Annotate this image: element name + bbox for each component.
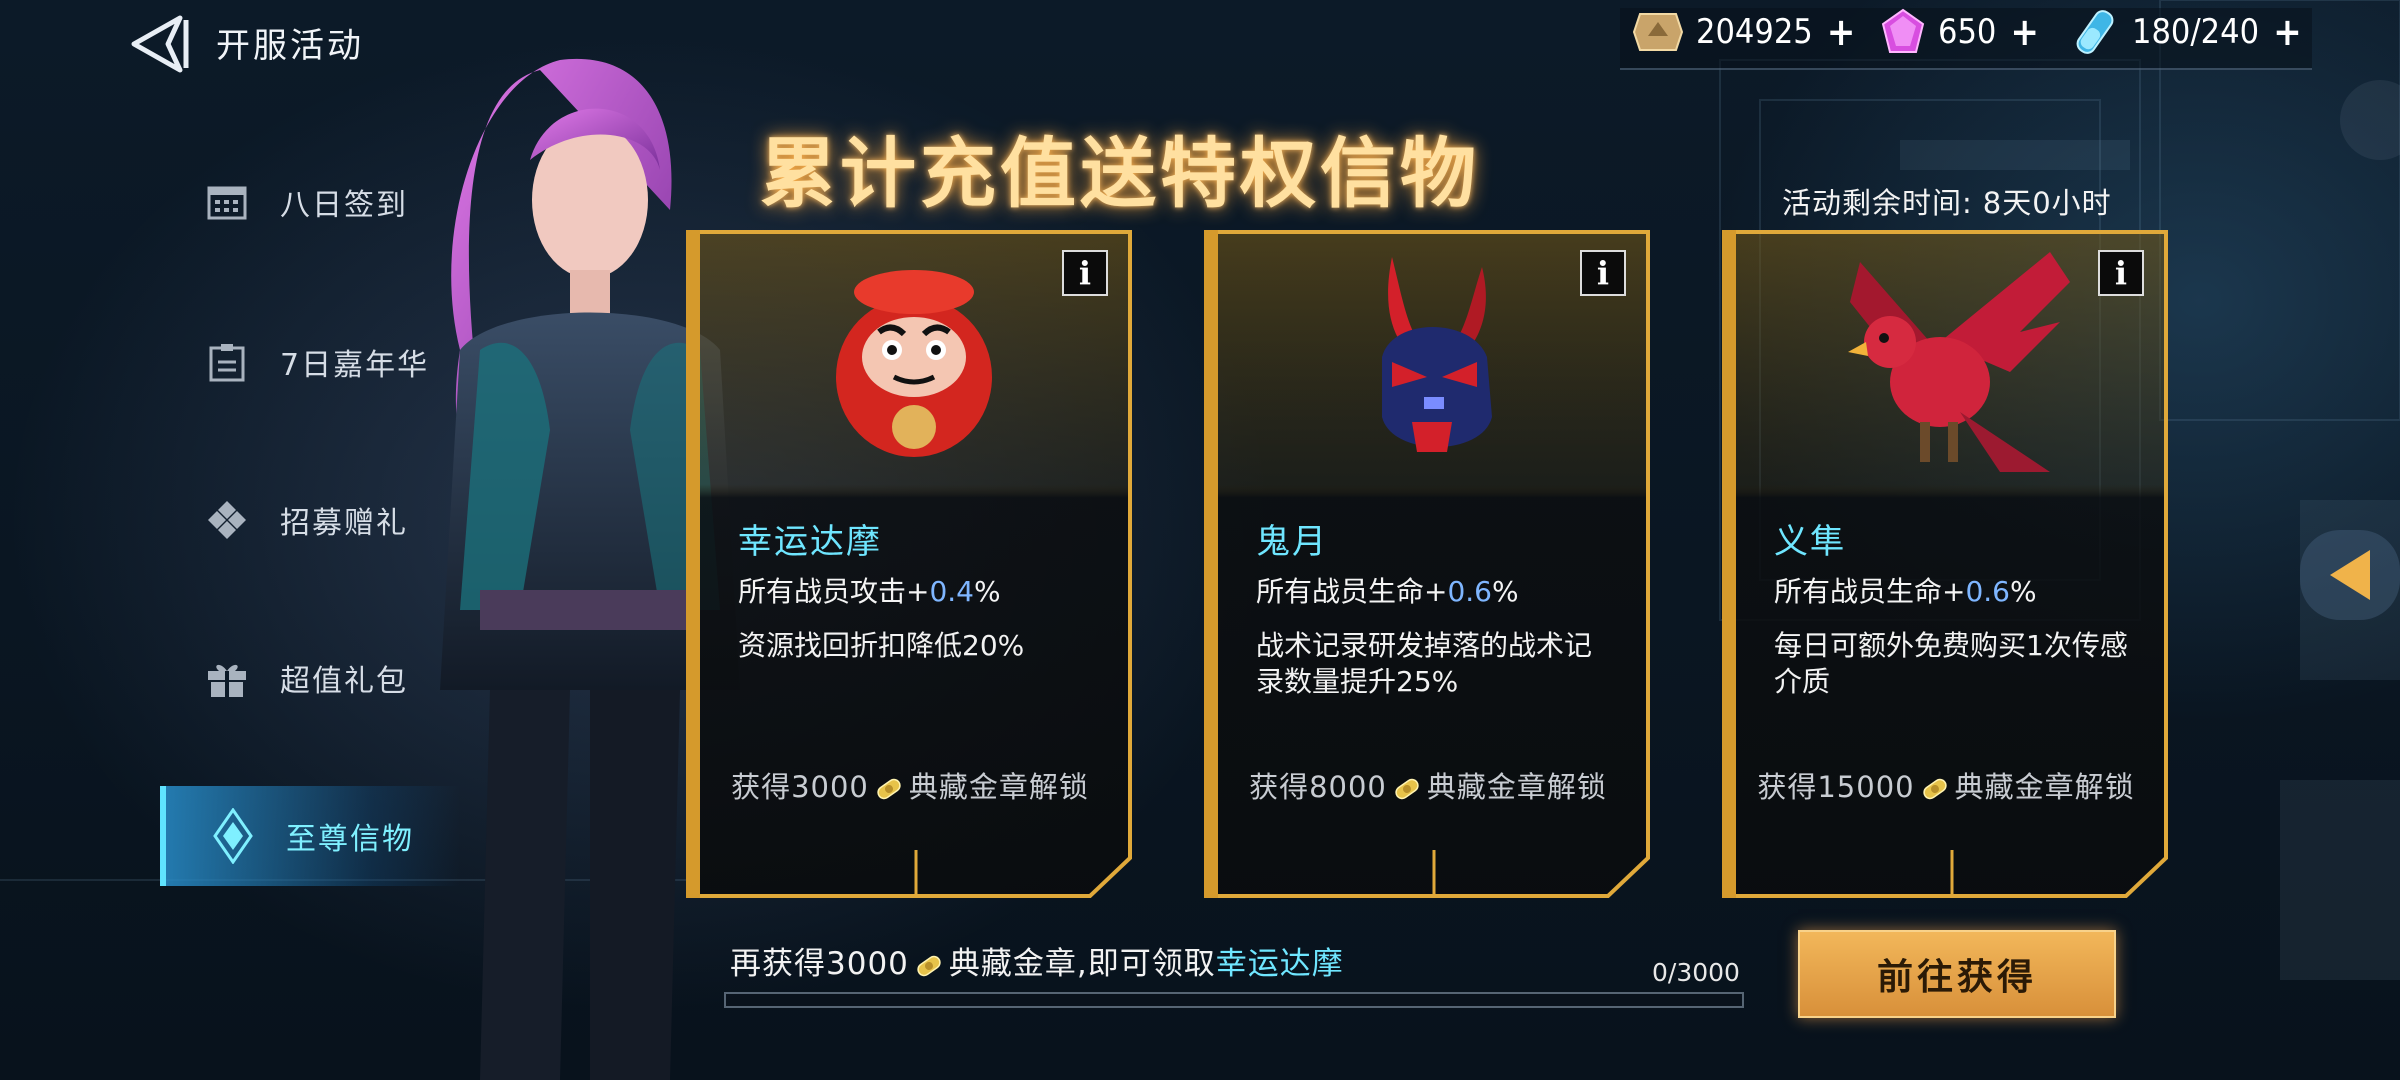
token-description: 战术记录研发掉落的战术记录数量提升25%	[1256, 629, 1593, 698]
sidebar-item-checkin[interactable]: 八日签到	[160, 152, 460, 252]
card-info-button[interactable]: i	[1580, 250, 1626, 296]
sidebar-item-label: 招募赠礼	[280, 506, 408, 541]
crystal-emblem-icon	[208, 808, 258, 864]
gold-medal-coin-icon	[877, 778, 901, 800]
progress-count: 0/3000	[1652, 958, 1740, 987]
sidebar-item-label: 至尊信物	[286, 822, 414, 857]
timer-value: 8天0小时	[1982, 186, 2112, 220]
oni-mask-image	[1222, 238, 1642, 486]
sidebar-item-label: 超值礼包	[280, 664, 408, 699]
daruma-image	[704, 238, 1124, 486]
token-name: 鬼月	[1256, 522, 1328, 562]
stamina-resource[interactable]: 180/240 +	[2070, 10, 2302, 54]
back-button[interactable]	[128, 14, 192, 74]
card-info-button[interactable]: i	[1062, 250, 1108, 296]
gold-medal-add[interactable]: +	[1827, 10, 1856, 54]
unlock-requirement: 获得15000 典藏金章解锁	[1757, 770, 2135, 804]
timer-label: 活动剩余时间:	[1782, 186, 1973, 220]
go-obtain-button[interactable]: 前往获得	[1798, 930, 2116, 1018]
event-timer: 活动剩余时间: 8天0小时	[1772, 180, 2112, 222]
sidebar-item-label: 7日嘉年华	[280, 348, 430, 383]
token-attribute: 所有战员攻击+0.4%	[738, 575, 1001, 608]
gold-medal-resource[interactable]: 204925 +	[1632, 10, 1856, 54]
token-name: 幸运达摩	[738, 522, 882, 562]
sidebar-item-label: 八日签到	[280, 188, 408, 223]
stamina-vial-icon	[2076, 10, 2114, 54]
token-description: 资源找回折扣降低20%	[738, 629, 1025, 662]
token-card-daruma[interactable]: i 幸运达摩 所有战员攻击+0.4% 资源找回折扣降低20% 获得3000 典藏金…	[686, 230, 1134, 898]
progress-bar	[724, 992, 1744, 1008]
crystal-add[interactable]: +	[2010, 10, 2039, 54]
gift-box-icon	[202, 653, 252, 703]
unlock-requirement: 获得8000 典藏金章解锁	[1249, 770, 1607, 804]
event-headline: 累计充值送特权信物	[760, 129, 1480, 218]
token-name: 义隼	[1774, 522, 1846, 562]
token-card-falcon[interactable]: i 义隼 所有战员生命+0.6% 每日可额外免费购买1次传感介质 获得15000…	[1722, 230, 2170, 898]
crystal-count: 650	[1938, 12, 1997, 52]
gold-medal-coin-icon	[1395, 778, 1419, 800]
back-arrow-icon	[131, 15, 189, 73]
sidebar-item-recruit[interactable]: 招募赠礼	[160, 470, 460, 570]
card-info-button[interactable]: i	[2098, 250, 2144, 296]
gold-medal-coin-icon	[1922, 778, 1947, 800]
sidebar-item-carnival[interactable]: 7日嘉年华	[160, 312, 460, 412]
token-description: 每日可额外免费购买1次传感介质	[1774, 629, 2128, 698]
purple-crystal-icon	[1881, 8, 1925, 53]
token-attribute: 所有战员生命+0.6%	[1774, 575, 2037, 608]
token-card-oni[interactable]: i 鬼月 所有战员生命+0.6% 战术记录研发掉落的战术记录数量提升25% 获得…	[1204, 230, 1652, 898]
unlock-requirement: 获得3000 典藏金章解锁	[731, 770, 1089, 804]
scroll-left-arrow-icon[interactable]	[2290, 520, 2400, 630]
progress-hint: 再获得3000 典藏金章,即可领取幸运达摩	[730, 946, 1344, 982]
stamina-add[interactable]: +	[2273, 10, 2302, 54]
sidebar-item-supreme-token[interactable]: 至尊信物	[160, 786, 460, 886]
token-attribute: 所有战员生命+0.6%	[1256, 575, 1519, 608]
diamond-cluster-icon	[202, 495, 252, 545]
stamina-count: 180/240	[2132, 12, 2260, 52]
crystal-resource[interactable]: 650 +	[1880, 8, 2039, 54]
gold-medal-icon	[1632, 13, 1684, 51]
page-title: 开服活动	[216, 26, 364, 66]
mech-falcon-image	[1740, 238, 2160, 486]
gold-medal-count: 204925	[1696, 12, 1813, 52]
clipboard-icon	[202, 337, 252, 387]
sidebar-item-gift-pack[interactable]: 超值礼包	[160, 628, 460, 728]
gold-medal-coin-icon	[917, 955, 941, 976]
calendar-icon	[202, 177, 252, 227]
